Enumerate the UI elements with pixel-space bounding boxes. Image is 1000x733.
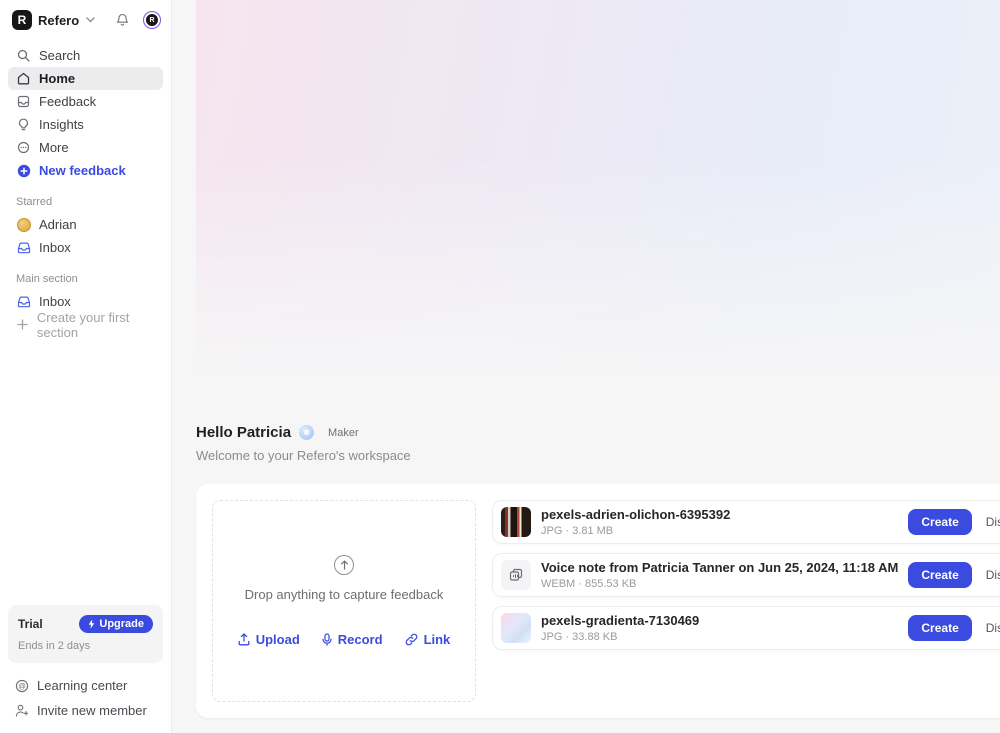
sidebar-item-label: Home <box>39 71 75 86</box>
discard-button[interactable]: Discard <box>982 509 1000 535</box>
create-button[interactable]: Create <box>908 562 971 588</box>
more-icon <box>16 141 31 154</box>
record-button[interactable]: Record <box>322 632 383 647</box>
adrian-avatar <box>16 218 31 232</box>
feedback-title: pexels-adrien-olichon-6395392 <box>541 507 898 522</box>
sidebar-item-feedback[interactable]: Feedback <box>8 90 163 113</box>
feedback-row: pexels-adrien-olichon-6395392 JPG · 3.81… <box>492 500 1000 544</box>
main-content: Hello Patricia ✽ Maker Welcome to your R… <box>172 0 1000 733</box>
pending-feedback-list: pexels-adrien-olichon-6395392 JPG · 3.81… <box>492 500 1000 702</box>
create-button[interactable]: Create <box>908 615 971 641</box>
inbox-icon <box>16 242 31 254</box>
drop-zone-text: Drop anything to capture feedback <box>245 587 444 602</box>
learning-center-icon: @ <box>14 679 29 693</box>
plus-circle-icon <box>16 164 31 178</box>
bolt-icon <box>88 619 95 629</box>
chevron-down-icon <box>86 15 95 26</box>
svg-text:@: @ <box>18 681 26 690</box>
sidebar-item-label: More <box>39 140 69 155</box>
link-icon <box>405 633 418 646</box>
upload-button[interactable]: Upload <box>238 632 300 647</box>
sidebar-item-label: New feedback <box>39 163 126 178</box>
capture-card: Drop anything to capture feedback Upload… <box>196 484 1000 718</box>
sidebar-item-label: Inbox <box>39 294 71 309</box>
learning-center-button[interactable]: @ Learning center <box>8 673 163 698</box>
image-thumbnail <box>501 613 531 643</box>
feedback-title: Voice note from Patricia Tanner on Jun 2… <box>541 560 898 575</box>
plus-icon <box>16 319 29 330</box>
feedback-meta: JPG · 3.81 MB <box>541 525 898 537</box>
feedback-icon <box>16 95 31 108</box>
sidebar-item-search[interactable]: Search <box>8 44 163 67</box>
gradient-background <box>196 0 1000 400</box>
upload-arrow-icon <box>334 555 354 575</box>
bell-icon[interactable] <box>116 13 129 27</box>
create-section-label: Create your first section <box>37 310 155 340</box>
home-icon <box>16 72 31 85</box>
invite-person-icon <box>14 704 29 717</box>
sidebar-item-more[interactable]: More <box>8 136 163 159</box>
user-avatar[interactable]: R <box>143 11 161 29</box>
footer-item-label: Learning center <box>37 678 127 693</box>
upgrade-button[interactable]: Upgrade <box>79 615 153 633</box>
inbox-icon <box>16 296 31 308</box>
drop-zone[interactable]: Drop anything to capture feedback Upload… <box>212 500 476 702</box>
feedback-row: pexels-gradienta-7130469 JPG · 33.88 KB … <box>492 606 1000 650</box>
sidebar-item-label: Adrian <box>39 217 77 232</box>
workspace-logo: R <box>12 10 32 30</box>
main-section-label: Main section <box>8 273 163 285</box>
sidebar-item-label: Inbox <box>39 240 71 255</box>
sidebar-item-label: Insights <box>39 117 84 132</box>
insights-icon <box>16 118 31 131</box>
workspace-switcher[interactable]: R Refero R <box>8 8 163 32</box>
trial-card: Trial Upgrade Ends in 2 days <box>8 605 163 663</box>
role-badge: Maker <box>328 427 359 439</box>
search-icon <box>16 49 31 62</box>
page-title: Hello Patricia <box>196 424 291 441</box>
trial-title: Trial <box>18 617 43 631</box>
page-subtitle: Welcome to your Refero's workspace <box>196 448 1000 463</box>
starred-section-label: Starred <box>8 196 163 208</box>
sidebar-item-starred-inbox[interactable]: Inbox <box>8 236 163 259</box>
sidebar: R Refero R Search Home <box>0 0 172 733</box>
create-section-button[interactable]: Create your first section <box>8 313 163 336</box>
link-button[interactable]: Link <box>405 632 451 647</box>
discard-button[interactable]: Discard <box>982 562 1000 588</box>
feedback-meta: WEBM · 855.53 KB <box>541 578 898 590</box>
sidebar-item-adrian[interactable]: Adrian <box>8 213 163 236</box>
feedback-title: pexels-gradienta-7130469 <box>541 613 898 628</box>
trial-ends-text: Ends in 2 days <box>18 640 153 652</box>
workspace-badge-icon: ✽ <box>299 425 314 440</box>
voice-note-icon <box>501 560 531 590</box>
create-button[interactable]: Create <box>908 509 971 535</box>
sidebar-item-label: Search <box>39 48 80 63</box>
discard-button[interactable]: Discard <box>982 615 1000 641</box>
sidebar-item-new-feedback[interactable]: New feedback <box>8 159 163 182</box>
upload-icon <box>238 633 250 646</box>
footer-item-label: Invite new member <box>37 703 147 718</box>
sidebar-item-insights[interactable]: Insights <box>8 113 163 136</box>
feedback-meta: JPG · 33.88 KB <box>541 631 898 643</box>
workspace-name: Refero <box>38 13 79 28</box>
invite-member-button[interactable]: Invite new member <box>8 698 163 723</box>
sidebar-nav: Search Home Feedback Insights More <box>8 44 163 182</box>
microphone-icon <box>322 633 332 646</box>
sidebar-item-home[interactable]: Home <box>8 67 163 90</box>
sidebar-item-label: Feedback <box>39 94 96 109</box>
feedback-row: Voice note from Patricia Tanner on Jun 2… <box>492 553 1000 597</box>
image-thumbnail <box>501 507 531 537</box>
